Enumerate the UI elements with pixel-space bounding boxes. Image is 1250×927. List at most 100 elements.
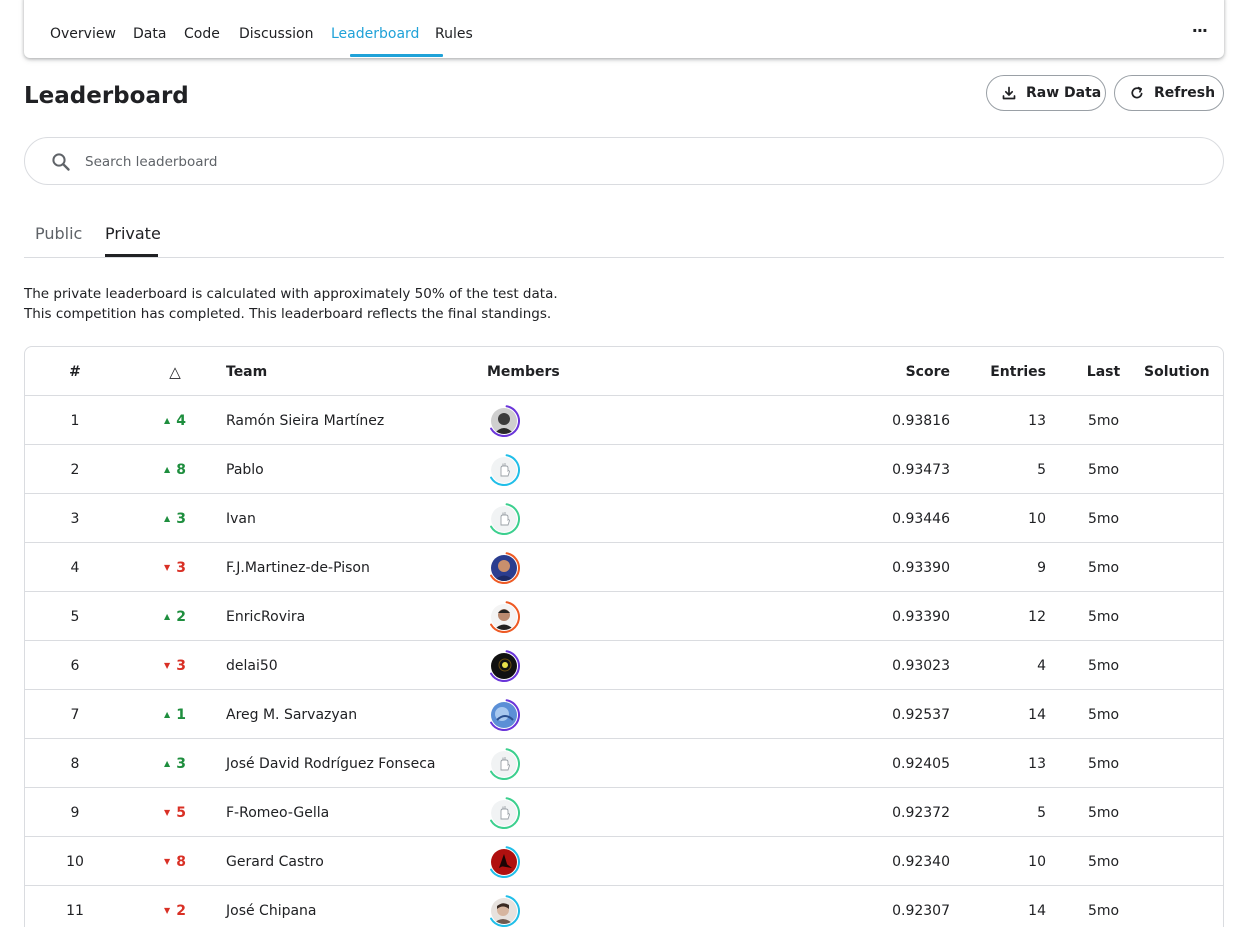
avatar[interactable] (487, 404, 521, 438)
header-entries[interactable]: Entries (955, 347, 1046, 396)
member-avatar-image (491, 505, 517, 532)
solution-cell (1144, 543, 1223, 592)
rank-change-value: 3 (176, 755, 186, 772)
team-name[interactable]: José Chipana (226, 886, 476, 927)
caret-down-icon: ▼ (164, 808, 171, 817)
caret-down-icon: ▼ (164, 661, 171, 670)
avatar[interactable] (487, 453, 521, 487)
caret-up-icon: ▲ (164, 514, 171, 523)
tab-private[interactable]: Private (105, 224, 161, 243)
tab-public[interactable]: Public (35, 224, 82, 243)
rank-change-value: 4 (176, 412, 186, 429)
competition-nav-bar: Overview Data Code Discussion Leaderboar… (24, 0, 1224, 58)
avatar[interactable] (487, 747, 521, 781)
raw-data-label: Raw Data (1026, 85, 1102, 101)
rank-cell: 3 (70, 510, 80, 527)
leaderboard-table: # △ Team Members Score Entries Last Solu… (24, 346, 1224, 927)
search-bar[interactable] (24, 137, 1224, 185)
rank-cell: 5 (70, 608, 80, 625)
solution-cell (1144, 886, 1223, 927)
caret-down-icon: ▼ (164, 563, 171, 572)
avatar[interactable] (487, 698, 521, 732)
rank-cell: 2 (70, 461, 80, 478)
raw-data-button[interactable]: Raw Data (986, 75, 1106, 111)
tab-data[interactable]: Data (133, 26, 166, 42)
rank-change-value: 3 (176, 559, 186, 576)
header-score[interactable]: Score (785, 347, 950, 396)
team-name[interactable]: Gerard Castro (226, 837, 476, 886)
header-delta[interactable]: △ (145, 347, 205, 396)
score-cell: 0.93473 (892, 461, 950, 478)
avatar[interactable] (487, 502, 521, 536)
rank-change-cell: ▲ 3 (145, 494, 205, 543)
header-last[interactable]: Last (1075, 347, 1132, 396)
tab-discussion[interactable]: Discussion (239, 26, 313, 42)
member-avatar-image (491, 407, 517, 434)
solution-cell (1144, 592, 1223, 641)
table-row: 6 ▼ 3 delai50 0.93023 4 5mo (25, 641, 1223, 690)
search-input[interactable] (85, 149, 1185, 175)
team-name[interactable]: Ivan (226, 494, 476, 543)
header-team[interactable]: Team (226, 347, 476, 396)
avatar[interactable] (487, 894, 521, 927)
entries-cell: 9 (1037, 559, 1046, 576)
leaderboard-description: The private leaderboard is calculated wi… (24, 284, 558, 324)
member-avatar-image (491, 701, 517, 728)
solution-cell (1144, 690, 1223, 739)
rank-change-value: 2 (176, 608, 186, 625)
entries-cell: 14 (1028, 706, 1046, 723)
active-subtab-indicator (105, 254, 158, 257)
rank-change-cell: ▼ 2 (145, 886, 205, 927)
description-line-2: This competition has completed. This lea… (24, 306, 552, 322)
team-name[interactable]: Areg M. Sarvazyan (226, 690, 476, 739)
tab-leaderboard[interactable]: Leaderboard (331, 26, 419, 42)
rank-cell: 1 (70, 412, 80, 429)
entries-cell: 13 (1028, 412, 1046, 429)
team-name[interactable]: F.J.Martinez-de-Pison (226, 543, 476, 592)
team-name[interactable]: Ramón Sieira Martínez (226, 396, 476, 445)
caret-down-icon: ▼ (164, 906, 171, 915)
tab-overview[interactable]: Overview (50, 26, 116, 42)
member-avatar-image (491, 603, 517, 630)
table-row: 4 ▼ 3 F.J.Martinez-de-Pison 0.93390 9 5mo (25, 543, 1223, 592)
avatar[interactable] (487, 551, 521, 585)
last-submission-cell: 5mo (1087, 804, 1120, 821)
more-options-icon[interactable]: ··· (1192, 21, 1208, 40)
avatar[interactable] (487, 796, 521, 830)
rank-change-cell: ▲ 2 (145, 592, 205, 641)
tab-rules[interactable]: Rules (435, 26, 473, 42)
rank-change-value: 5 (176, 804, 186, 821)
avatar[interactable] (487, 845, 521, 879)
entries-cell: 10 (1028, 510, 1046, 527)
avatar[interactable] (487, 649, 521, 683)
entries-cell: 5 (1037, 804, 1046, 821)
member-avatar-image (491, 652, 517, 679)
team-name[interactable]: Pablo (226, 445, 476, 494)
members-cell (487, 641, 687, 690)
member-avatar-image (491, 750, 517, 777)
table-row: 8 ▲ 3 José David Rodríguez Fonseca 0.92405 13… (25, 739, 1223, 788)
refresh-button[interactable]: Refresh (1114, 75, 1224, 111)
score-cell: 0.92307 (892, 902, 950, 919)
rank-cell: 8 (70, 755, 80, 772)
solution-cell (1144, 837, 1223, 886)
team-name[interactable]: José David Rodríguez Fonseca (226, 739, 476, 788)
score-cell: 0.93446 (892, 510, 950, 527)
rank-cell: 6 (70, 657, 80, 674)
tab-code[interactable]: Code (184, 26, 220, 42)
page-title: Leaderboard (24, 83, 189, 109)
download-icon (1002, 86, 1016, 100)
score-cell: 0.93816 (892, 412, 950, 429)
team-name[interactable]: delai50 (226, 641, 476, 690)
solution-cell (1144, 396, 1223, 445)
last-submission-cell: 5mo (1087, 853, 1120, 870)
members-cell (487, 690, 687, 739)
team-name[interactable]: F-Romeo-Gella (226, 788, 476, 837)
avatar[interactable] (487, 600, 521, 634)
entries-cell: 5 (1037, 461, 1046, 478)
search-icon (52, 153, 70, 171)
team-name[interactable]: EnricRovira (226, 592, 476, 641)
header-rank[interactable]: # (25, 347, 125, 396)
last-submission-cell: 5mo (1087, 559, 1120, 576)
member-avatar-image (491, 897, 517, 924)
